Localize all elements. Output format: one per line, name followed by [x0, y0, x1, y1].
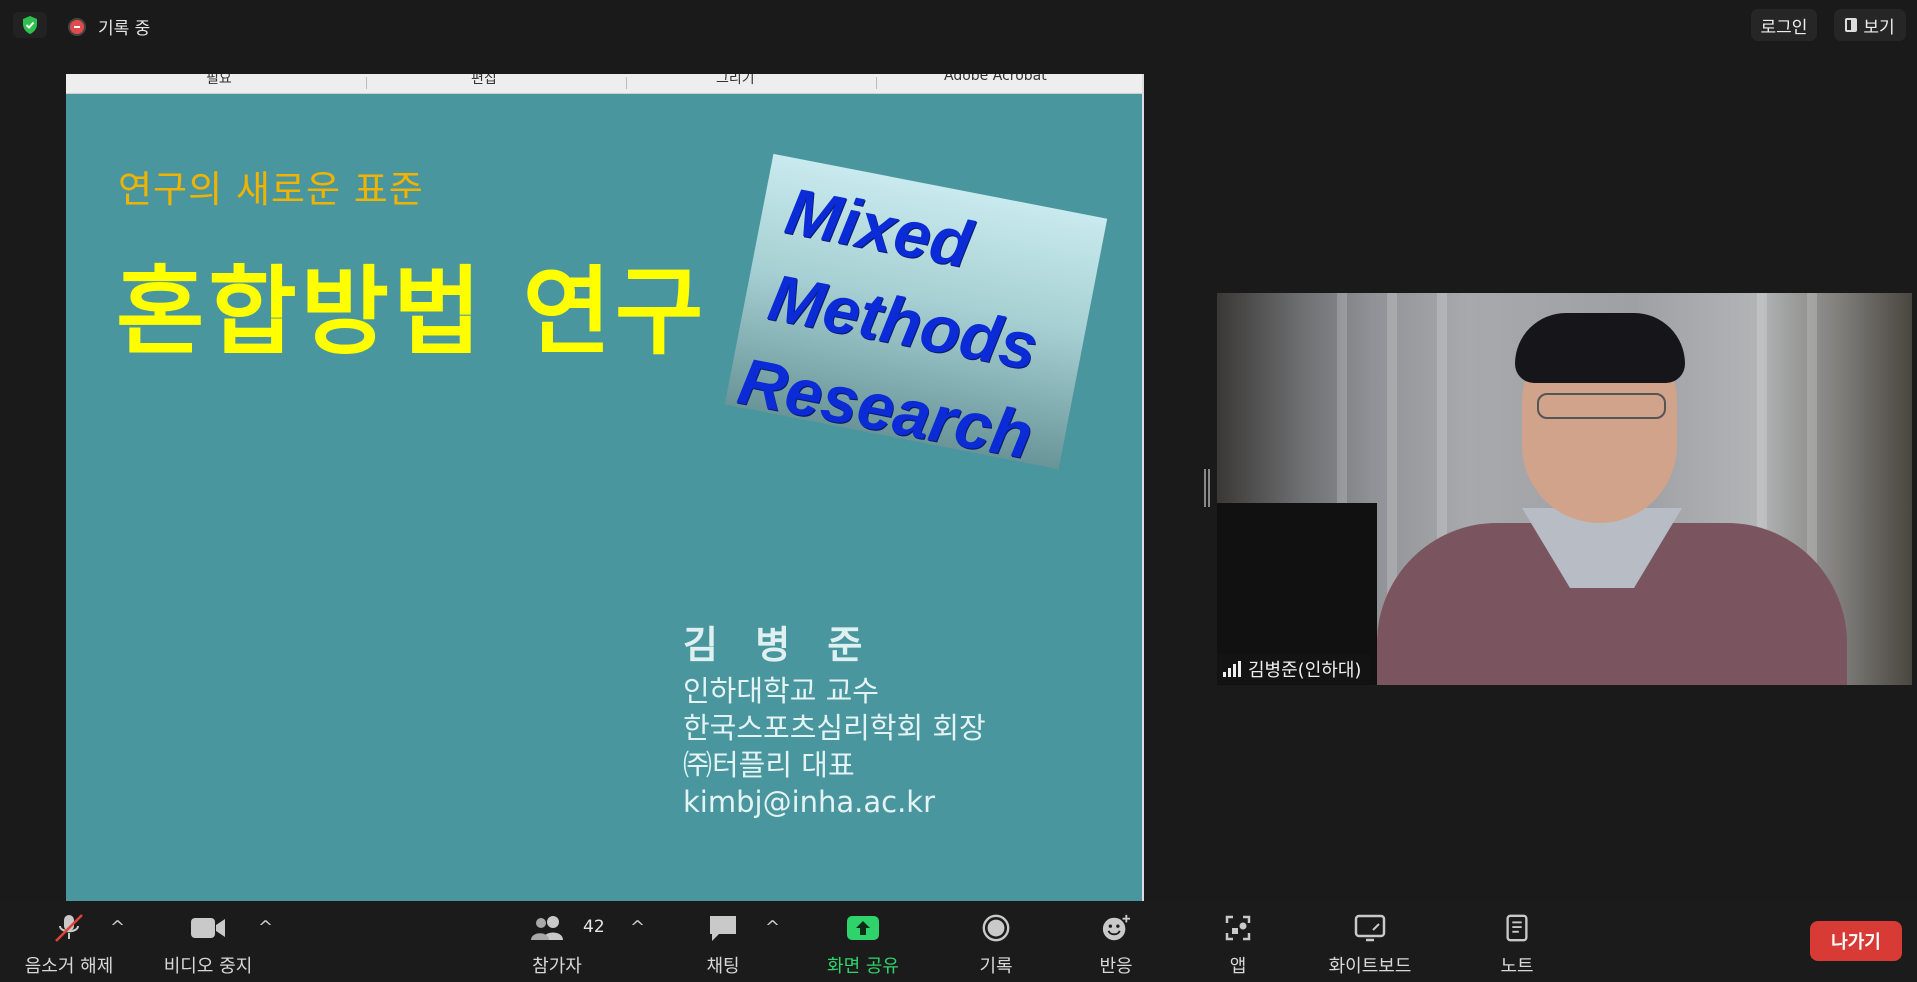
- ribbon-tab: 편집: [471, 74, 497, 87]
- recording-icon: [68, 17, 86, 36]
- view-button[interactable]: 보기: [1834, 9, 1906, 41]
- ppt-ribbon-strip: 필요 편집 그리기 Adobe Acrobat: [66, 74, 1142, 94]
- leave-label: 나가기: [1831, 932, 1881, 953]
- record-icon: [982, 914, 1010, 942]
- ribbon-divider: [876, 77, 877, 89]
- panel-resize-handle[interactable]: [1204, 469, 1210, 507]
- record-button[interactable]: 기록: [966, 901, 1026, 982]
- ribbon-divider: [366, 77, 367, 89]
- presenter-info: 김 병 준 인하대학교 교수 한국스포츠심리학회 회장 ㈜터플리 대표 kimb…: [683, 614, 986, 821]
- meeting-topbar: 기록 중 로그인 보기: [0, 0, 1917, 50]
- stop-video-label: 비디오 중지: [163, 956, 253, 977]
- participant-video[interactable]: [1217, 293, 1912, 685]
- stop-video-button[interactable]: 비디오 중지: [158, 901, 258, 982]
- login-button[interactable]: 로그인: [1751, 9, 1817, 41]
- whiteboard-button[interactable]: 화이트보드: [1320, 901, 1420, 982]
- whiteboard-label: 화이트보드: [1328, 956, 1412, 977]
- security-shield-icon[interactable]: [13, 12, 47, 38]
- participant-figure: [1515, 313, 1685, 383]
- participants-icon: [531, 916, 563, 940]
- leave-meeting-button[interactable]: 나가기: [1810, 921, 1902, 961]
- unmute-button[interactable]: 음소거 해제: [15, 901, 123, 982]
- reactions-label: 반응: [1099, 956, 1133, 977]
- share-screen-button[interactable]: 화면 공유: [818, 901, 908, 982]
- participant-name: 김병준(인하대): [1248, 660, 1362, 681]
- notes-icon: [1506, 914, 1528, 942]
- apps-icon: [1225, 915, 1251, 941]
- presenter-affiliation: 인하대학교 교수: [683, 674, 879, 708]
- audio-options-chevron-icon[interactable]: ^: [110, 917, 125, 938]
- recording-indicator[interactable]: 기록 중: [68, 14, 150, 39]
- reaction-emoji-icon: [1102, 914, 1131, 941]
- participants-label: 참가자: [532, 956, 582, 977]
- recording-label: 기록 중: [98, 19, 151, 39]
- whiteboard-icon: [1354, 914, 1386, 942]
- apps-button[interactable]: 앱: [1208, 901, 1268, 982]
- view-label: 보기: [1863, 17, 1895, 38]
- meeting-toolbar: 음소거 해제 ^ 비디오 중지 ^ 참가자 42 ^ 채팅 ^ 화면 공유 기록…: [0, 901, 1917, 982]
- notes-button[interactable]: 노트: [1487, 901, 1547, 982]
- presenter-name: 김 병 준: [683, 623, 875, 667]
- login-label: 로그인: [1760, 17, 1808, 38]
- shared-screen-edge: [1142, 74, 1144, 901]
- share-screen-icon: [847, 916, 879, 940]
- share-screen-label: 화면 공유: [827, 956, 899, 977]
- chat-bubble-icon: [710, 916, 736, 941]
- mixed-methods-graphic: Mixed Methods Research: [724, 153, 1108, 473]
- video-camera-icon: [191, 918, 225, 938]
- chat-label: 채팅: [706, 956, 740, 977]
- presenter-affiliation: 한국스포츠심리학회 회장: [683, 711, 986, 745]
- reactions-button[interactable]: 반응: [1086, 901, 1146, 982]
- participants-count: 42: [583, 917, 605, 937]
- participants-options-chevron-icon[interactable]: ^: [630, 917, 645, 938]
- unmute-label: 음소거 해제: [24, 956, 114, 977]
- record-label: 기록: [979, 956, 1013, 977]
- slide-title: 혼합방법 연구: [116, 256, 708, 368]
- microphone-muted-icon: [55, 914, 83, 942]
- ribbon-tab: 필요: [206, 74, 232, 87]
- participant-figure: [1537, 393, 1666, 419]
- ribbon-divider: [626, 77, 627, 89]
- presenter-affiliation: ㈜터플리 대표: [683, 748, 855, 782]
- chat-button[interactable]: 채팅: [688, 901, 758, 982]
- ribbon-tab: 그리기: [716, 74, 755, 87]
- notes-label: 노트: [1500, 956, 1534, 977]
- ribbon-tab: Adobe Acrobat: [944, 74, 1047, 84]
- slide-subtitle: 연구의 새로운 표준: [118, 168, 424, 211]
- video-options-chevron-icon[interactable]: ^: [258, 917, 273, 938]
- view-layout-icon: [1845, 18, 1858, 32]
- apps-label: 앱: [1229, 956, 1247, 977]
- participants-button[interactable]: 참가자: [520, 901, 594, 982]
- chat-options-chevron-icon[interactable]: ^: [765, 917, 780, 938]
- shared-screen: 필요 편집 그리기 Adobe Acrobat 연구의 새로운 표준 혼합방법 …: [66, 74, 1142, 901]
- participant-name-tag: 김병준(인하대): [1217, 654, 1370, 684]
- presenter-email: kimbj@inha.ac.kr: [683, 785, 936, 819]
- connection-signal-icon: [1223, 661, 1241, 677]
